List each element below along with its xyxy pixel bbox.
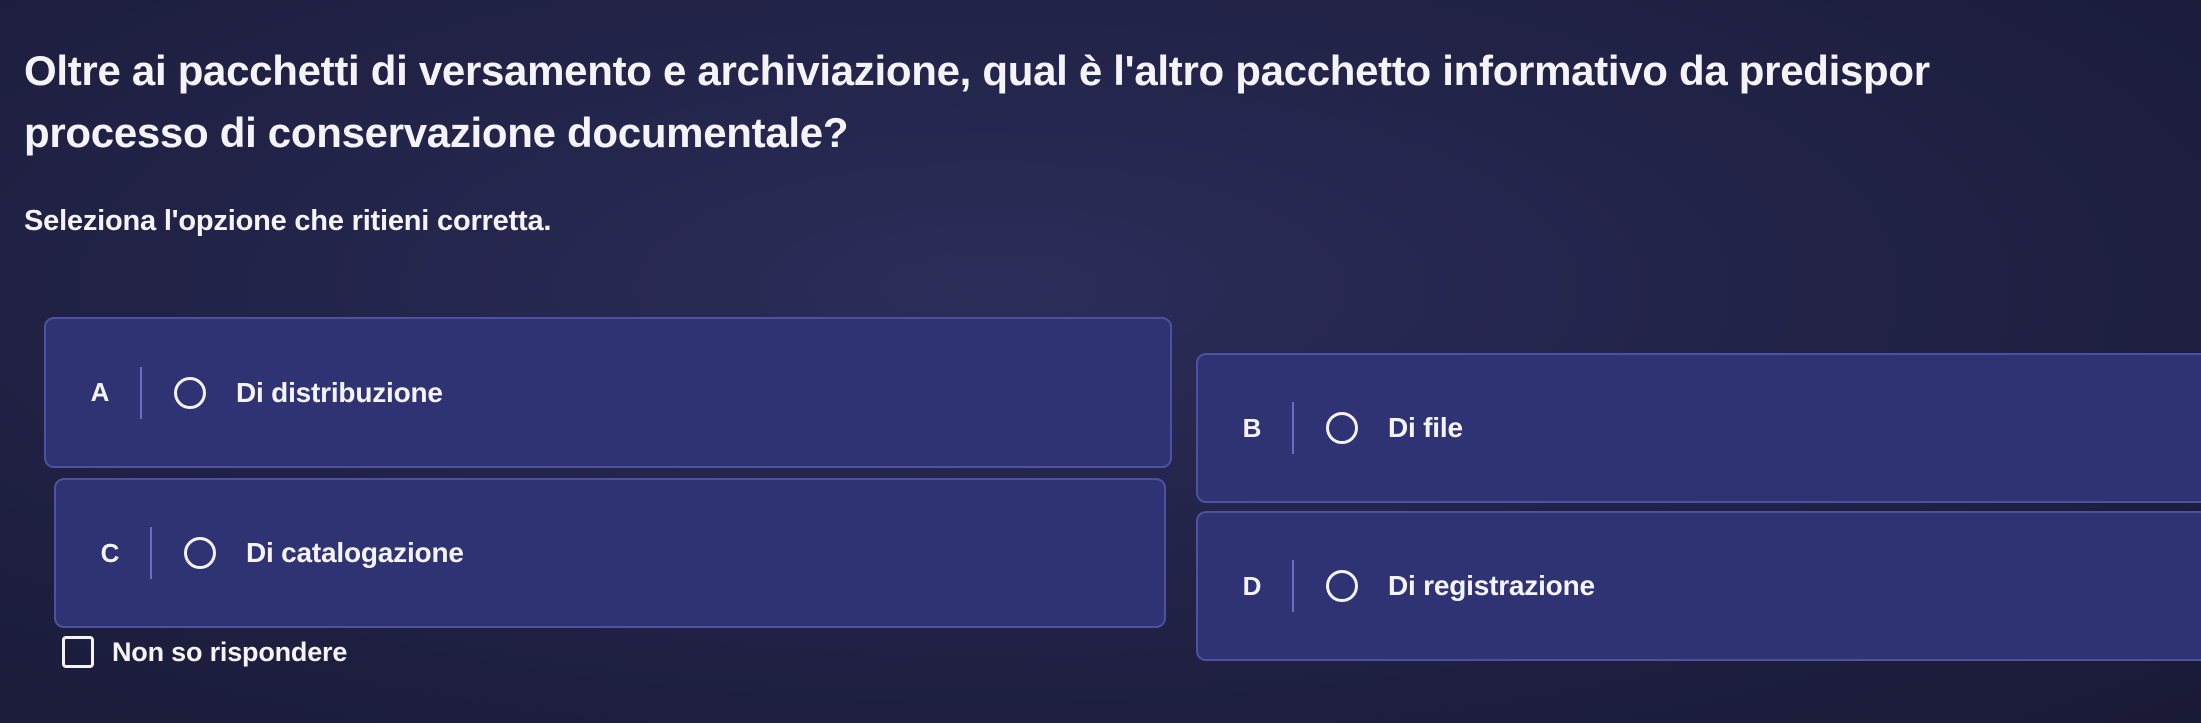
radio-circle-icon[interactable] — [184, 537, 216, 569]
option-b[interactable]: B Di file — [1196, 353, 2201, 503]
option-divider — [1292, 402, 1294, 454]
option-label: Di distribuzione — [236, 376, 443, 408]
option-label: Di registrazione — [1388, 570, 1595, 601]
no-answer-label: Non so rispondere — [112, 636, 348, 667]
option-d[interactable]: D Di registrazione — [1196, 511, 2201, 661]
option-divider — [140, 366, 142, 419]
checkbox-square-icon[interactable] — [62, 636, 94, 668]
question-line-2: processo di conservazione documentale? — [24, 109, 849, 156]
option-label: Di catalogazione — [246, 537, 464, 568]
instruction-text: Seleziona l'opzione che ritieni corretta… — [24, 205, 552, 237]
question-line-1: Oltre ai pacchetti di versamento e archi… — [24, 47, 1930, 94]
option-c[interactable]: C Di catalogazione — [54, 478, 1166, 628]
radio-circle-icon[interactable] — [1326, 570, 1358, 602]
option-divider — [1292, 560, 1294, 612]
option-letter: B — [1242, 412, 1262, 443]
option-letter: A — [90, 377, 110, 407]
question-text: Oltre ai pacchetti di versamento e archi… — [24, 40, 2201, 164]
no-answer-option[interactable]: Non so rispondere — [62, 636, 347, 668]
radio-circle-icon[interactable] — [174, 376, 206, 409]
option-label: Di file — [1388, 412, 1463, 443]
option-letter: C — [100, 537, 120, 568]
radio-circle-icon[interactable] — [1326, 412, 1358, 444]
option-letter: D — [1242, 570, 1262, 601]
option-a[interactable]: A Di distribuzione — [44, 317, 1172, 468]
option-divider — [150, 527, 152, 579]
